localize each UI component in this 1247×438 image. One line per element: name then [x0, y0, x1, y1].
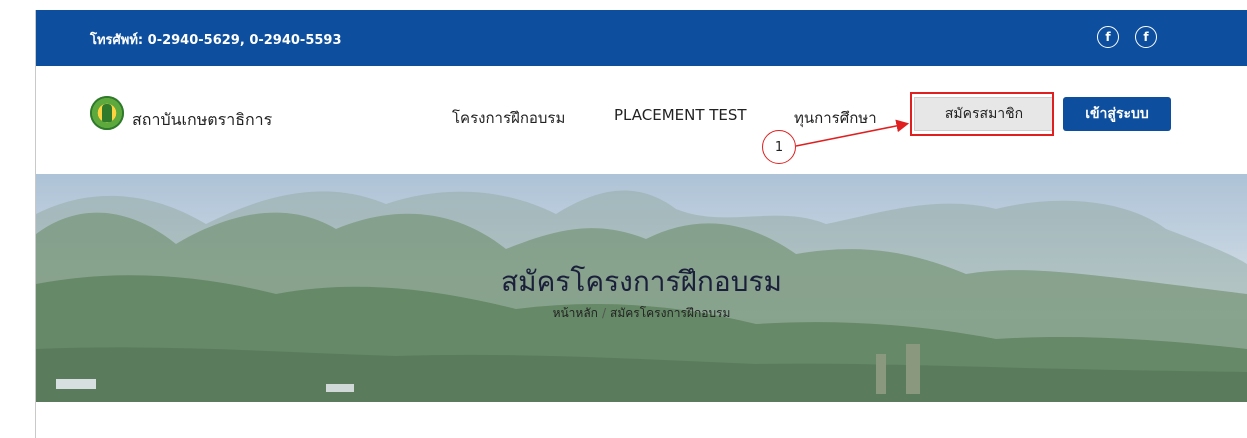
- annotation-step-number: 1: [762, 130, 796, 164]
- breadcrumb-home-link[interactable]: หน้าหลัก: [553, 306, 598, 320]
- site-header: สถาบันเกษตราธิการ โครงการฝึกอบรม PLACEME…: [36, 66, 1247, 174]
- breadcrumb: หน้าหลัก / สมัครโครงการฝึกอบรม: [36, 304, 1247, 323]
- breadcrumb-current: สมัครโครงการฝึกอบรม: [610, 306, 731, 320]
- brand-name[interactable]: สถาบันเกษตราธิการ: [132, 108, 272, 133]
- breadcrumb-separator: /: [601, 306, 606, 320]
- nav-placement-test[interactable]: PLACEMENT TEST: [614, 106, 747, 124]
- page: โทรศัพท์: 0-2940-5629, 0-2940-5593 f f ส…: [0, 0, 1247, 438]
- facebook-glyph: f: [1143, 30, 1149, 44]
- nav-training-programs[interactable]: โครงการฝึกอบรม: [452, 106, 565, 130]
- facebook-glyph: f: [1105, 30, 1111, 44]
- facebook-icon[interactable]: f: [1135, 26, 1157, 48]
- facebook-icon[interactable]: f: [1097, 26, 1119, 48]
- top-bar: โทรศัพท์: 0-2940-5629, 0-2940-5593 f f: [36, 10, 1247, 66]
- login-button[interactable]: เข้าสู่ระบบ: [1063, 97, 1171, 131]
- register-button[interactable]: สมัครสมาชิก: [914, 97, 1054, 131]
- nav-scholarships[interactable]: ทุนการศึกษา: [794, 106, 877, 130]
- phone-numbers: โทรศัพท์: 0-2940-5629, 0-2940-5593: [90, 33, 342, 48]
- hero-banner: สมัครโครงการฝึกอบรม หน้าหลัก / สมัครโครงกา…: [36, 174, 1247, 402]
- institute-logo[interactable]: [90, 96, 124, 130]
- page-title: สมัครโครงการฝึกอบรม: [501, 265, 782, 298]
